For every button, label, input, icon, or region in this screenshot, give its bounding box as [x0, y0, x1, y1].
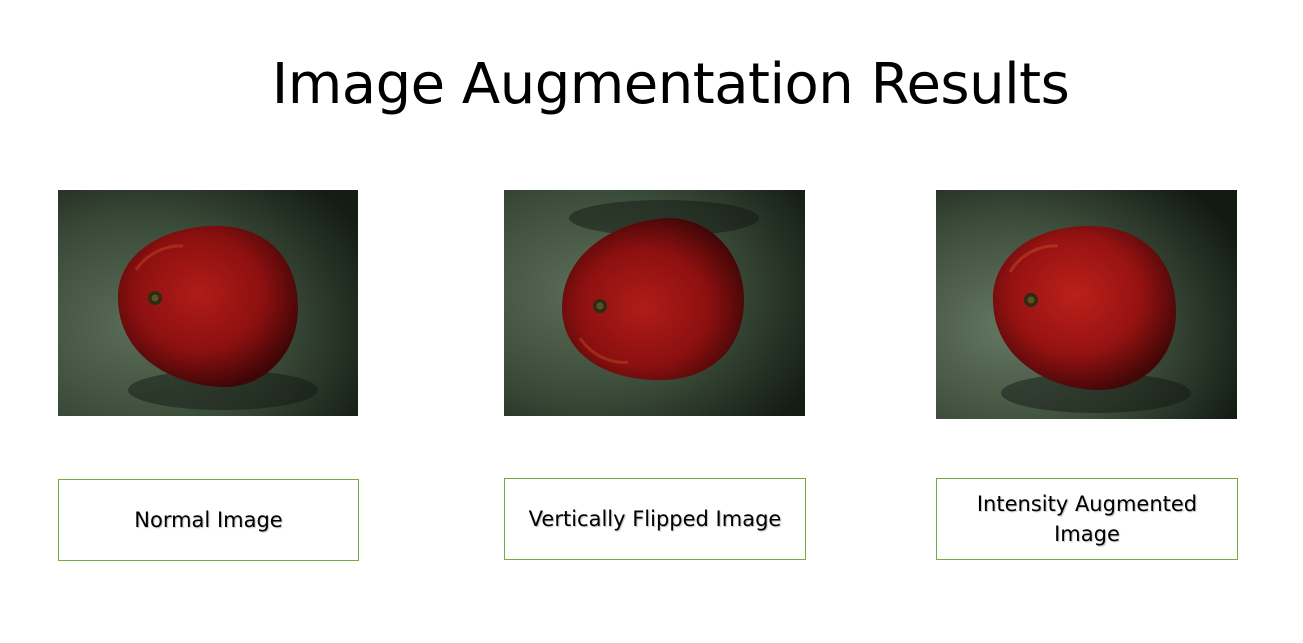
- normal-apple-image: [58, 190, 358, 416]
- caption-normal-image: Normal Image: [58, 479, 359, 561]
- caption-intensity-augmented-image: Intensity Augmented Image: [936, 478, 1238, 560]
- intensity-augmented-apple-image: [936, 190, 1237, 419]
- caption-vertically-flipped-image: Vertically Flipped Image: [504, 478, 806, 560]
- flipped-apple-image: [504, 190, 805, 416]
- slide-title: Image Augmentation Results: [271, 52, 1070, 117]
